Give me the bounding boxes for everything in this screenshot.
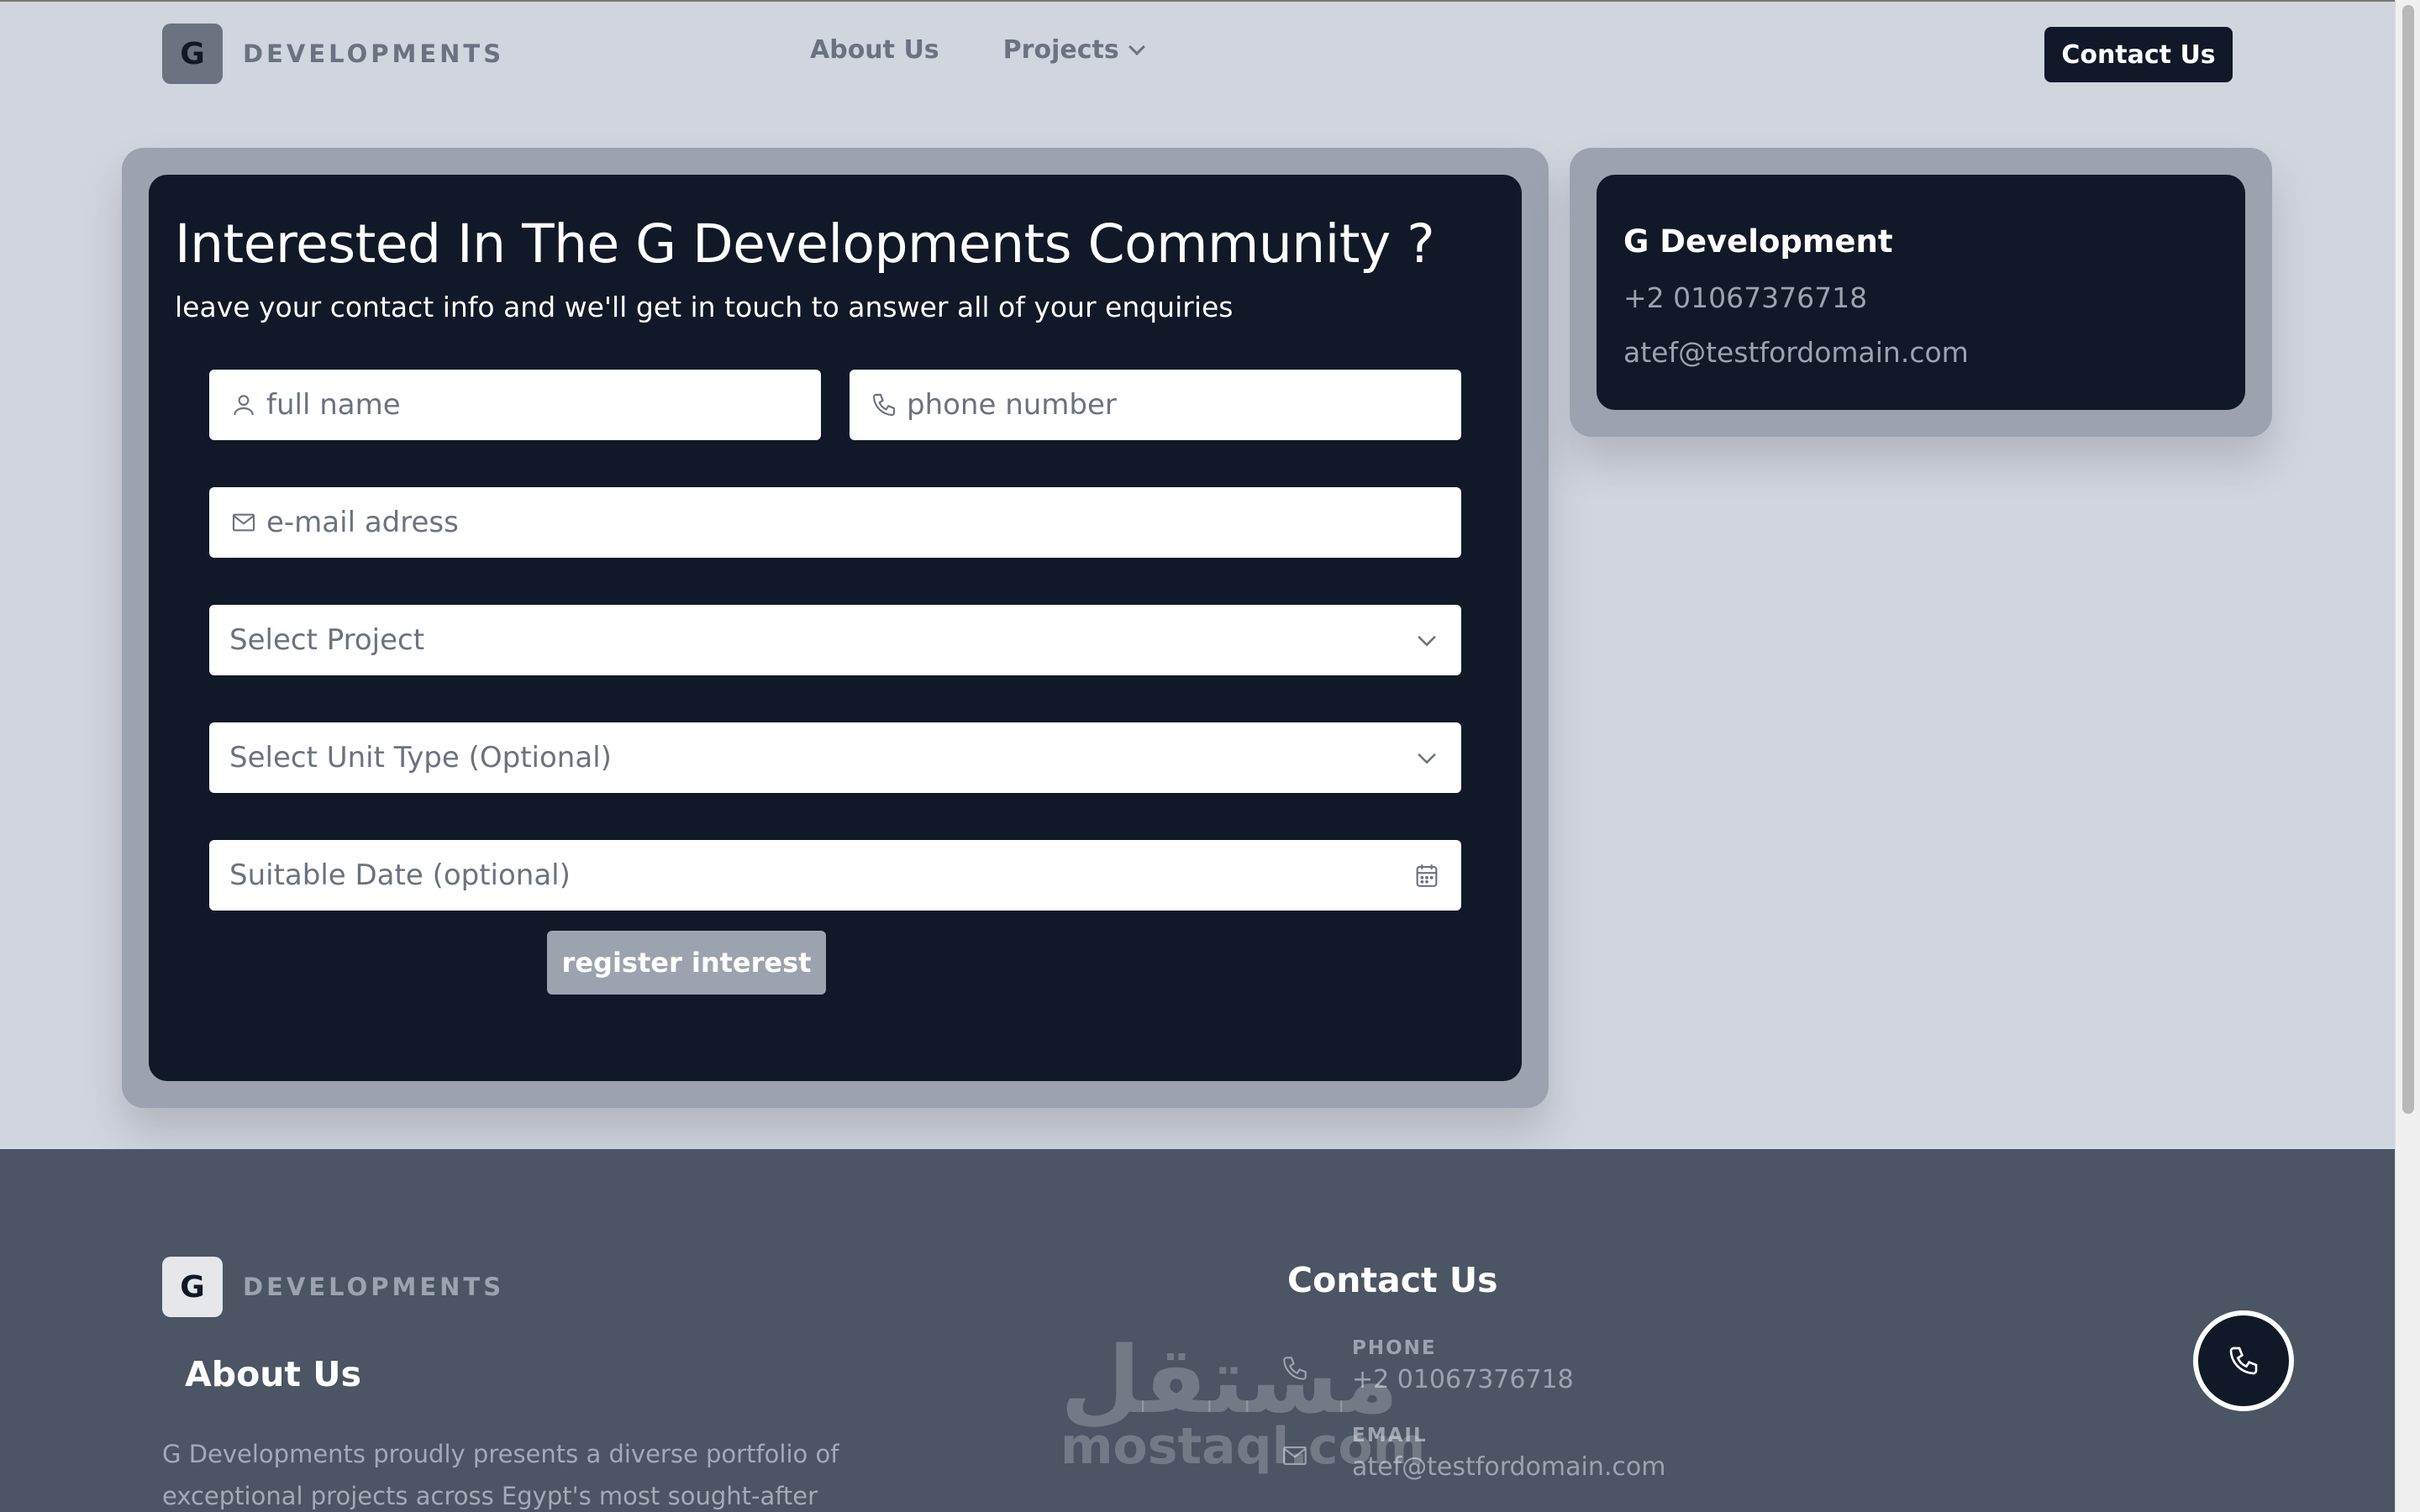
chevron-down-icon <box>1418 635 1436 647</box>
project-select[interactable]: Select Project <box>209 605 1461 675</box>
form-subtitle: leave your contact info and we'll get in… <box>175 291 1234 323</box>
nav-projects[interactable]: Projects <box>1002 35 1145 65</box>
company-email[interactable]: atef@testfordomain.com <box>1623 336 2218 369</box>
company-phone[interactable]: +2 01067376718 <box>1623 281 2218 314</box>
header-logo[interactable]: G DEVELOPMENTS <box>162 24 504 84</box>
contact-us-button[interactable]: Contact Us <box>2044 27 2233 82</box>
register-interest-button[interactable]: register interest <box>547 931 826 995</box>
nav-about-us-label: About Us <box>810 35 939 65</box>
company-info-card: G Development +2 01067376718 atef@testfo… <box>1570 148 2272 437</box>
top-border <box>0 0 2420 2</box>
logo-mark: G <box>162 24 223 84</box>
project-select-value: Select Project <box>229 623 425 657</box>
footer-about-title: About Us <box>185 1354 362 1394</box>
company-info: G Development +2 01067376718 atef@testfo… <box>1597 175 2245 410</box>
footer-about-text: G Developments proudly presents a divers… <box>162 1440 839 1510</box>
nav-about-us[interactable]: About Us <box>810 35 939 65</box>
nav-projects-label: Projects <box>1002 35 1119 65</box>
chevron-down-icon <box>1128 38 1145 55</box>
company-name: G Development <box>1623 223 1893 260</box>
logo-text: DEVELOPMENTS <box>243 39 505 68</box>
footer-contact-title: Contact Us <box>1287 1260 1498 1300</box>
unit-type-select[interactable]: Select Unit Type (Optional) <box>209 722 1461 793</box>
chevron-down-icon <box>1418 753 1436 764</box>
date-placeholder: Suitable Date (optional) <box>229 858 571 892</box>
page: G DEVELOPMENTS About Us Projects Contact… <box>0 0 2420 1512</box>
watermark-latin: mostaql.com <box>1060 1417 1426 1476</box>
footer-logo[interactable]: G DEVELOPMENTS <box>162 1257 504 1317</box>
mostaql-watermark: مستقل mostaql.com <box>1060 1334 1425 1472</box>
email-input[interactable]: e-mail adress <box>209 487 1461 558</box>
phone-input[interactable]: phone number <box>850 370 1461 440</box>
email-placeholder: e-mail adress <box>266 506 459 539</box>
unit-type-select-value: Select Unit Type (Optional) <box>229 741 612 774</box>
phone-icon <box>870 391 898 419</box>
full-name-placeholder: full name <box>266 388 401 422</box>
scrollbar-thumb[interactable] <box>2402 5 2414 1114</box>
interest-form-card: Interested In The G Developments Communi… <box>122 148 1549 1108</box>
floating-call-button[interactable] <box>2193 1310 2294 1411</box>
main-nav: About Us Projects <box>810 35 1145 65</box>
user-icon <box>229 391 258 419</box>
interest-form: Interested In The G Developments Communi… <box>149 175 1522 1081</box>
watermark-arabic: مستقل <box>1060 1326 1399 1434</box>
page-scrollbar[interactable] <box>2395 0 2420 1512</box>
phone-placeholder: phone number <box>907 388 1117 422</box>
form-title: Interested In The G Developments Communi… <box>175 213 1435 275</box>
full-name-input[interactable]: full name <box>209 370 821 440</box>
date-input[interactable]: Suitable Date (optional) <box>209 840 1461 911</box>
call-icon <box>2229 1347 2258 1375</box>
calendar-icon[interactable] <box>1413 861 1441 890</box>
footer-logo-text: DEVELOPMENTS <box>243 1273 505 1301</box>
footer-logo-mark: G <box>162 1257 223 1317</box>
mail-icon <box>229 508 258 537</box>
